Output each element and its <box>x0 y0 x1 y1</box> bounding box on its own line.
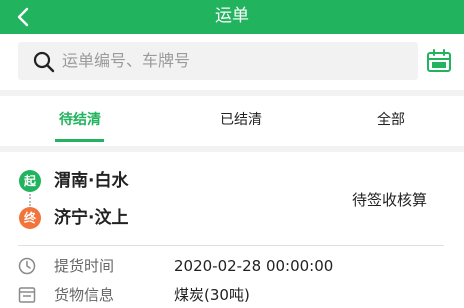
page-title: 运单 <box>215 6 249 26</box>
destination-badge: 终 <box>19 207 41 229</box>
search-bar: 运单编号、车牌号 <box>0 34 464 90</box>
origin-badge: 起 <box>19 170 41 192</box>
status-tabs: 待结清 已结清 全部 <box>0 96 464 146</box>
search-input[interactable]: 运单编号、车牌号 <box>18 42 418 80</box>
waybill-card[interactable]: 起 终 渭南·白水 济宁·汶上 待签收核算 提货时间 2020-02-28 00… <box>0 152 464 308</box>
destination-city: 济宁·汶上 <box>54 208 129 228</box>
cargo-info-icon <box>18 287 36 303</box>
pickup-time-label: 提货时间 <box>54 257 115 275</box>
active-tab-indicator <box>55 139 104 142</box>
pickup-time-value: 2020-02-28 00:00:00 <box>174 257 334 275</box>
app-header: 运单 <box>0 0 464 34</box>
cargo-info-value: 煤炭(30吨) <box>174 286 250 304</box>
tab-settled[interactable]: 已结清 <box>171 96 311 146</box>
cargo-info-label: 货物信息 <box>54 286 115 304</box>
tab-all[interactable]: 全部 <box>321 96 461 146</box>
search-icon <box>33 51 55 73</box>
divider <box>18 245 444 246</box>
route-connector <box>29 194 31 206</box>
origin-city: 渭南·白水 <box>54 171 129 191</box>
calendar-icon[interactable] <box>426 49 452 73</box>
clock-icon <box>18 257 36 275</box>
search-placeholder: 运单编号、车牌号 <box>62 51 191 70</box>
waybill-status: 待签收核算 <box>352 191 428 209</box>
